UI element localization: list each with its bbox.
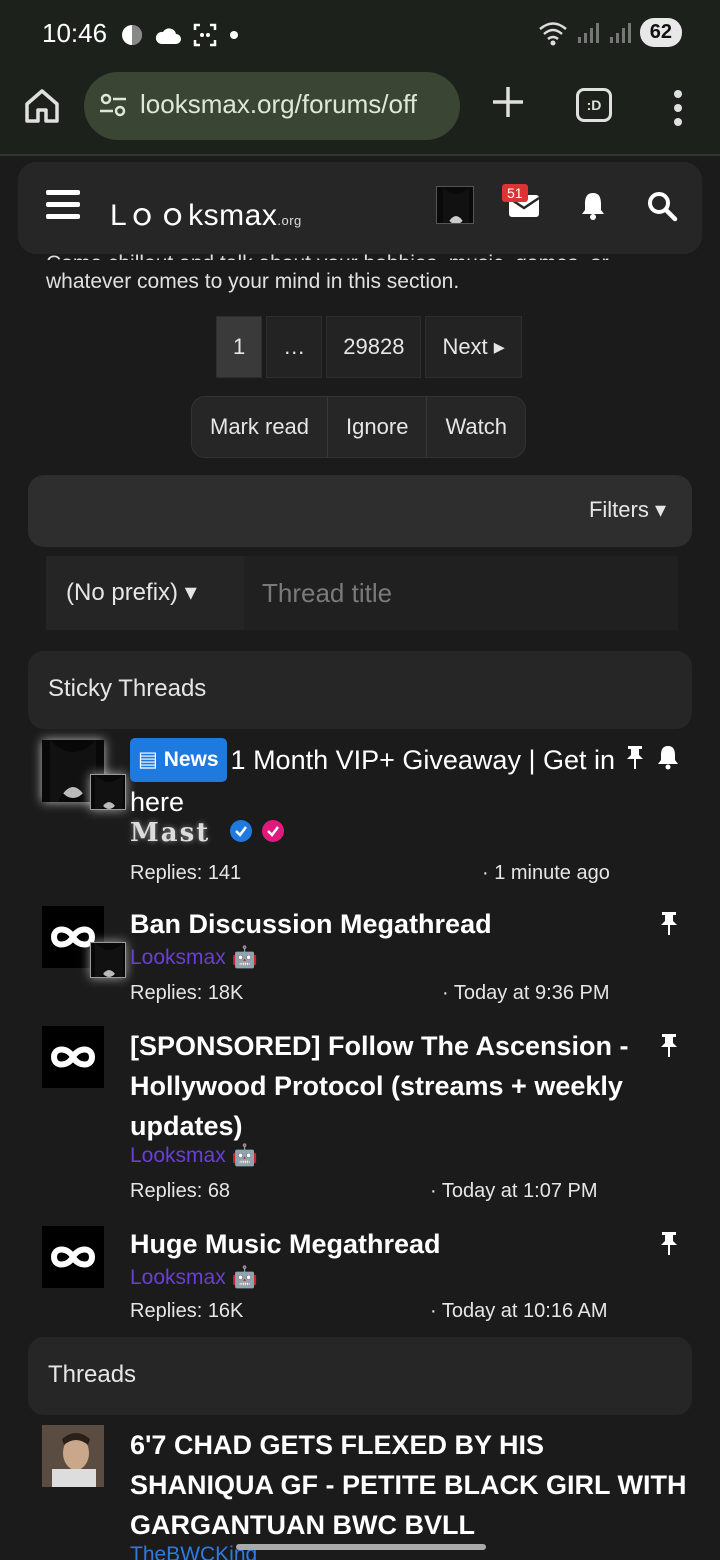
author-name-text: Looksmax [130,1266,226,1289]
page-1-button[interactable]: 1 [216,316,263,378]
robot-icon: 🤖 [231,1144,258,1167]
thread-title-input[interactable] [244,556,678,630]
thread-title[interactable]: [SPONSORED] Follow The Ascension - Holly… [130,1026,630,1146]
notification-icons [120,22,240,48]
news-prefix-badge[interactable]: ▤ News [130,738,227,782]
search-icon[interactable] [646,190,678,222]
hamburger-menu-icon[interactable] [46,190,80,220]
filters-bar: Filters ▾ [28,475,692,547]
clock: 10:46 [42,18,108,48]
thread-author-name[interactable]: Looksmax 🤖 [130,1144,258,1168]
thread-replies: Replies: 18K [130,982,244,1004]
sticky-threads-header: Sticky Threads [28,651,692,729]
home-icon[interactable] [22,86,62,126]
thread-author-name[interactable]: Looksmax 🤖 [130,946,258,970]
url-text[interactable]: looksmax.org/forums/off [140,89,452,120]
ignore-button[interactable]: Ignore [328,397,428,457]
signal-icon [577,22,599,43]
thread-title[interactable]: ▤ News 1 Month VIP+ Giveaway | Get in her… [130,738,620,822]
infinity-logo-icon [50,1246,96,1268]
pin-icon [661,1034,677,1057]
forum-description: whatever comes to your mind in this sect… [46,270,460,293]
filters-button[interactable]: Filters ▾ [589,497,666,523]
looksmax-avatar[interactable] [42,1026,104,1088]
thread-title[interactable]: Ban Discussion Megathread [130,904,630,944]
infinity-logo-icon [50,1046,96,1068]
wifi-icon [538,21,567,45]
prefix-select[interactable]: (No prefix) ▾ [46,556,242,630]
logo-suffix: .org [277,213,302,228]
gesture-navigation-bar[interactable] [236,1544,486,1550]
thread-title[interactable]: 6'7 CHAD GETS FLEXED BY HIS SHANIQUA GF … [130,1425,690,1545]
tab-switcher-button[interactable]: :D [576,88,612,122]
thread-replies: Replies: 68 [130,1180,231,1202]
pin-icon [661,1232,677,1255]
watch-button[interactable]: Watch [427,397,525,457]
verified-badge-icon [230,820,252,842]
pin-icon [627,746,643,769]
robot-icon: 🤖 [231,1266,258,1289]
looksmax-avatar[interactable] [42,1226,104,1288]
thread-replies: Replies: 16K [130,1300,244,1322]
thread-last-post-time[interactable]: · Today at 10:16 AM [430,1300,608,1323]
threads-header: Threads [28,1337,692,1415]
thread-last-post-time[interactable]: · Today at 1:07 PM [430,1180,598,1203]
user-avatar[interactable] [436,186,474,224]
thread-last-post-time[interactable]: · 1 minute ago [482,862,610,885]
pagination: 1 … 29828 Next ▸ [216,316,522,378]
circle-icon [122,25,142,45]
inbox-count-badge: 51 [502,184,528,202]
site-settings-icon[interactable] [98,90,128,120]
browser-toolbar: looksmax.org/forums/off :D [0,68,720,156]
new-tab-icon[interactable] [488,82,528,122]
more-menu-icon[interactable] [664,88,692,128]
dot-icon [230,31,238,39]
thread-author-name[interactable]: Mast [130,818,210,848]
chevron-down-icon: ▾ [184,579,197,606]
site-logo[interactable]: Lｏｏksmax.org [110,190,302,234]
watched-bell-icon [658,746,678,770]
next-page-button[interactable]: Next ▸ [425,316,522,378]
logo-text: Lｏｏksmax [110,199,278,232]
site-header: Lｏｏksmax.org 51 [18,162,702,254]
system-indicators: 62 [538,18,682,47]
last-poster-avatar[interactable] [90,942,126,978]
page-ellipsis-button[interactable]: … [266,316,323,378]
thread-author-avatar[interactable] [42,1425,104,1487]
signal-icon-2 [609,22,631,43]
author-name-text: Looksmax [130,1144,226,1167]
bell-icon[interactable] [578,190,608,220]
last-poster-avatar[interactable] [90,774,126,810]
battery-indicator: 62 [639,18,682,47]
mark-read-button[interactable]: Mark read [192,397,329,457]
thread-replies: Replies: 141 [130,862,242,884]
premium-badge-icon [262,820,284,842]
pin-icon [661,912,677,935]
thread-last-post-time[interactable]: · Today at 9:36 PM [442,982,610,1005]
thread-title[interactable]: Huge Music Megathread [130,1224,630,1264]
cloud-icon [155,28,181,44]
last-page-button[interactable]: 29828 [326,316,422,378]
forum-actions: Mark read Ignore Watch [191,396,526,458]
author-name-text: Looksmax [130,946,226,969]
quick-filter-row: (No prefix) ▾ [46,556,678,630]
thread-author-name[interactable]: Looksmax 🤖 [130,1266,258,1290]
prefix-value: (No prefix) [66,579,179,606]
address-bar[interactable]: looksmax.org/forums/off [84,72,460,140]
news-prefix-label: News [163,748,219,771]
status-bar: 10:46 62 [0,0,720,68]
screenshot-icon [193,23,217,47]
robot-icon: 🤖 [231,946,258,969]
